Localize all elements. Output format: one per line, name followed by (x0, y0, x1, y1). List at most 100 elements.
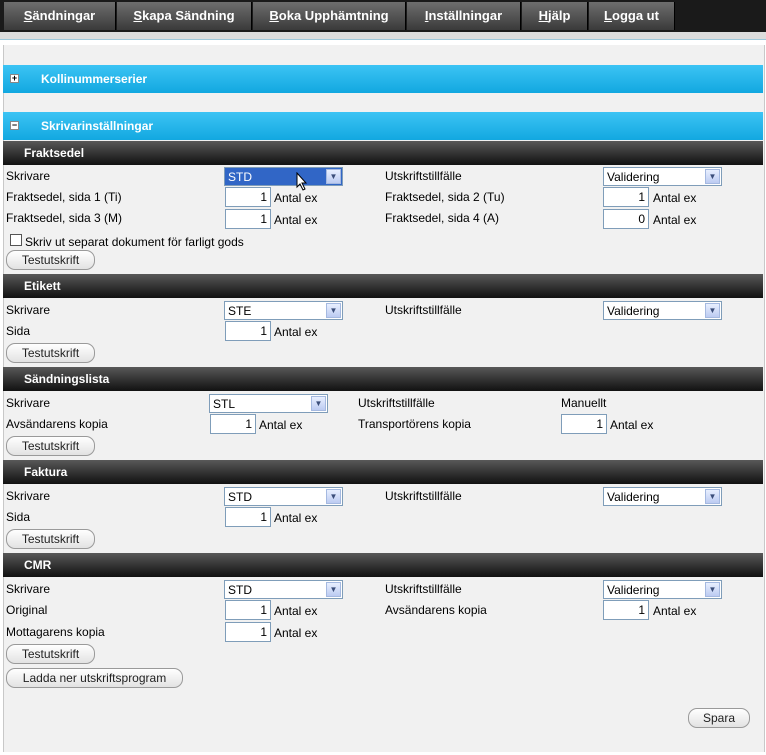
section-title: Etikett (24, 279, 61, 293)
chevron-down-icon: ▼ (326, 582, 341, 597)
cmr-printer-select[interactable]: STD ▼ (224, 580, 343, 599)
section-header-fraktsedel: Fraktsedel (3, 141, 763, 165)
nav-hjalp[interactable]: Hjälp (522, 2, 588, 30)
cmr-original-label: Original (6, 603, 48, 617)
download-print-program-button[interactable]: Ladda ner utskriftsprogram (6, 668, 183, 688)
cmr-sender-copy-label: Avsändarens kopia (385, 603, 487, 617)
chevron-down-icon: ▼ (311, 396, 326, 411)
printer-label: Skrivare (6, 582, 51, 596)
section-title: CMR (24, 558, 52, 572)
selected-value: STD (228, 583, 252, 597)
section-title: Sändningslista (24, 372, 110, 386)
expand-icon[interactable]: + (10, 74, 19, 83)
copies-label: Antal ex (653, 604, 697, 618)
fraktsedel-printer-select[interactable]: STD ▼ (224, 167, 343, 186)
skrivarinstallningar-title: Skrivarinställningar (41, 119, 154, 133)
section-header-etikett: Etikett (3, 274, 763, 298)
copies-label: Antal ex (653, 213, 697, 227)
copies-label: Antal ex (274, 511, 318, 525)
kollinummer-band[interactable]: + Kollinummerserier (3, 65, 763, 93)
fraktsedel-page4-input[interactable]: 0 (603, 209, 649, 229)
fraktsedel-page2-input[interactable]: 1 (603, 187, 649, 207)
cmr-sender-copy-input[interactable]: 1 (603, 600, 649, 620)
chevron-down-icon: ▼ (326, 303, 341, 318)
selected-value: STD (228, 490, 252, 504)
nav-skapa-sandning[interactable]: Skapa Sändning (117, 2, 252, 30)
fraktsedel-page4-label: Fraktsedel, sida 4 (A) (385, 211, 500, 225)
sandningslista-printer-select[interactable]: STL ▼ (209, 394, 328, 413)
nav-logga-ut[interactable]: Logga ut (589, 2, 675, 30)
etikett-page-input[interactable]: 1 (225, 321, 271, 341)
fraktsedel-test-print-button[interactable]: Testutskrift (6, 250, 95, 270)
etikett-printer-select[interactable]: STE ▼ (224, 301, 343, 320)
fraktsedel-page1-label: Fraktsedel, sida 1 (Ti) (6, 190, 122, 204)
dangerous-goods-label: Skriv ut separat dokument för farligt go… (25, 235, 244, 249)
chevron-down-icon: ▼ (326, 169, 341, 184)
printer-label: Skrivare (6, 396, 51, 410)
faktura-printer-select[interactable]: STD ▼ (224, 487, 343, 506)
selected-value: Validering (607, 170, 660, 184)
section-header-sandningslista: Sändningslista (3, 367, 763, 391)
sandningslista-test-print-button[interactable]: Testutskrift (6, 436, 95, 456)
copies-label: Antal ex (274, 604, 318, 618)
printer-label: Skrivare (6, 169, 51, 183)
faktura-test-print-button[interactable]: Testutskrift (6, 529, 95, 549)
occasion-label: Utskriftstillfälle (385, 303, 462, 317)
nav-installningar[interactable]: Inställningar (407, 2, 521, 30)
save-button[interactable]: Spara (688, 708, 750, 728)
etikett-test-print-button[interactable]: Testutskrift (6, 343, 95, 363)
fraktsedel-page1-input[interactable]: 1 (225, 187, 271, 207)
occasion-label: Utskriftstillfälle (385, 169, 462, 183)
dangerous-goods-checkbox[interactable] (10, 234, 22, 246)
chevron-down-icon: ▼ (705, 582, 720, 597)
cmr-occasion-select[interactable]: Validering ▼ (603, 580, 722, 599)
copies-label: Antal ex (653, 191, 697, 205)
copies-label: Antal ex (259, 418, 303, 432)
occasion-label: Utskriftstillfälle (385, 582, 462, 596)
printer-label: Skrivare (6, 489, 51, 503)
faktura-occasion-select[interactable]: Validering ▼ (603, 487, 722, 506)
carrier-copy-label: Transportörens kopia (358, 417, 471, 431)
copies-label: Antal ex (610, 418, 654, 432)
copies-label: Antal ex (274, 191, 318, 205)
copies-label: Antal ex (274, 213, 318, 227)
cmr-receiver-copy-input[interactable]: 1 (225, 622, 271, 642)
top-navigation: Sändningar Skapa Sändning Boka Upphämtni… (0, 0, 766, 32)
copies-label: Antal ex (274, 325, 318, 339)
chevron-down-icon: ▼ (705, 169, 720, 184)
cmr-original-input[interactable]: 1 (225, 600, 271, 620)
occasion-label: Utskriftstillfälle (358, 396, 435, 410)
nav-divider (0, 32, 766, 40)
etikett-page-label: Sida (6, 324, 31, 338)
kollinummer-title: Kollinummerserier (41, 72, 148, 86)
chevron-down-icon: ▼ (705, 489, 720, 504)
cmr-test-print-button[interactable]: Testutskrift (6, 644, 95, 664)
selected-value: Validering (607, 490, 660, 504)
sandningslista-sender-copy-input[interactable]: 1 (210, 414, 256, 434)
fraktsedel-page3-input[interactable]: 1 (225, 209, 271, 229)
sandningslista-carrier-copy-input[interactable]: 1 (561, 414, 607, 434)
selected-value: STL (213, 397, 236, 411)
fraktsedel-page3-label: Fraktsedel, sida 3 (M) (6, 211, 123, 225)
selected-value: STE (228, 304, 252, 318)
section-title: Faktura (24, 465, 68, 479)
etikett-occasion-select[interactable]: Validering ▼ (603, 301, 722, 320)
fraktsedel-occasion-select[interactable]: Validering ▼ (603, 167, 722, 186)
nav-sandningar[interactable]: Sändningar (4, 2, 116, 30)
faktura-page-label: Sida (6, 510, 31, 524)
mouse-cursor-icon (296, 172, 308, 191)
skrivarinstallningar-band[interactable]: − Skrivarinställningar (3, 112, 763, 140)
sender-copy-label: Avsändarens kopia (6, 417, 108, 431)
selected-value: STD (228, 170, 252, 184)
collapse-icon[interactable]: − (10, 121, 19, 130)
nav-boka-upphamtning[interactable]: Boka Upphämtning (253, 2, 406, 30)
copies-label: Antal ex (274, 626, 318, 640)
section-header-faktura: Faktura (3, 460, 763, 484)
occasion-label: Utskriftstillfälle (385, 489, 462, 503)
selected-value: Validering (607, 583, 660, 597)
faktura-page-input[interactable]: 1 (225, 507, 271, 527)
selected-value: Validering (607, 304, 660, 318)
printer-label: Skrivare (6, 303, 51, 317)
section-header-cmr: CMR (3, 553, 763, 577)
fraktsedel-page2-label: Fraktsedel, sida 2 (Tu) (385, 190, 505, 204)
